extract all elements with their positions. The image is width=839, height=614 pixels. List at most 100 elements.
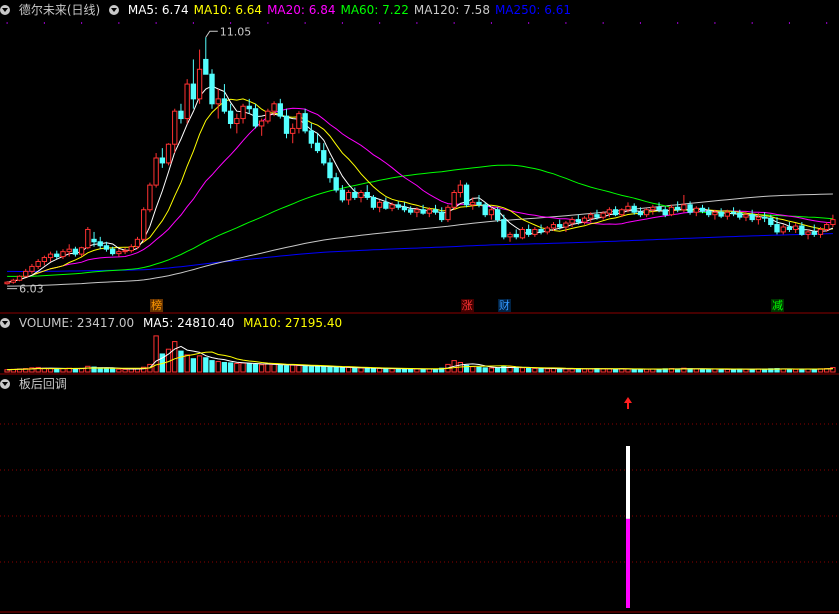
volume-bar [296,365,302,373]
candle-body [631,205,637,213]
candle-body [830,219,836,226]
candle-body [134,238,141,248]
candle-body [507,233,513,238]
volume-bar [240,362,246,373]
candle-body [718,211,724,217]
candle-body [612,209,619,216]
candle-body [91,238,97,243]
candle-body [668,206,675,216]
candle-body [333,177,339,191]
volume-bar [525,367,532,373]
volume-bar [370,368,377,373]
volume-bar [258,364,265,373]
candle-body [811,231,817,235]
volume-bar [203,357,209,373]
volume-bar [321,366,327,373]
volume-ma10-line [7,351,833,371]
volume-bar [519,367,526,373]
volume-bar [389,368,395,373]
volume-bar [271,363,277,373]
candle-body [687,204,693,213]
volume-bar [358,367,364,373]
volume-bar [792,368,799,373]
candle-body [712,211,718,216]
stock-chart[interactable]: 11.05 6.03 [0,0,839,614]
event-tag-3[interactable]: 减 [771,299,784,312]
candle-body [538,228,544,233]
volume-bar [109,368,116,373]
candle-body [780,226,786,233]
volume-bar [588,368,594,373]
volume-bar [227,362,234,373]
volume-bar [221,362,228,373]
volume-bar [563,368,569,373]
event-tag-1[interactable]: 涨 [460,299,474,312]
candle-body [544,227,550,233]
candle-body [358,192,364,198]
candle-body [581,217,588,223]
candle-body [246,105,252,110]
candle-body [414,209,420,213]
candle-body [370,196,377,208]
candle-body [693,207,699,213]
candle-body [494,209,501,221]
candle-body [314,142,321,152]
candle-body [476,201,482,206]
volume-bar [488,367,495,373]
candle-body [109,248,116,255]
candle-body [215,98,221,105]
candle-body [23,270,29,277]
candle-body [445,206,451,221]
candle-body [364,192,370,198]
volume-bar [631,368,637,373]
candle-body [258,120,265,127]
volume-bar [470,366,476,373]
event-tag-0[interactable]: 榜 [150,299,164,312]
candle-body [439,211,445,221]
volume-bar [476,366,482,373]
candle-body [35,261,41,267]
candle-body [302,113,308,132]
volume-bar [786,368,793,373]
volume-bar [196,355,203,373]
event-tag-2[interactable]: 财 [497,299,511,312]
candle-body [178,110,184,120]
candle-body [761,216,768,219]
candle-body [116,251,122,255]
candle-body [290,127,296,134]
candle-body [209,73,215,105]
candle-body [426,209,432,214]
candle-body [755,216,762,221]
candle-body [29,265,35,272]
volume-bar [209,360,215,373]
volume-bar [246,363,252,373]
volume-bar [699,368,706,373]
candle-body [662,209,668,216]
volume-bar [352,367,358,373]
candle-body [122,250,128,253]
volume-bar [538,368,544,373]
candle-body [606,209,613,214]
candle-body [643,209,650,216]
volume-bar [364,367,370,373]
volume-bar [234,362,240,373]
volume-bar [252,363,259,373]
candle-body [699,207,706,212]
low-price-label: 6.03 [19,283,44,296]
candle-body [656,206,662,211]
volume-bar [606,368,613,373]
candle-body [165,143,172,164]
ma60-line [7,164,833,277]
candle-body [327,162,333,179]
volume-bar [215,361,221,373]
candle-body [66,248,72,253]
candle-body [408,209,414,213]
candle-body [159,157,166,164]
signal-arrow-icon [624,397,632,403]
volume-ma5-line [7,345,833,371]
candle-body [824,224,830,230]
candle-body [85,228,91,249]
candle-body [389,204,395,209]
volume-bar [265,363,271,373]
candle-body [730,211,737,214]
